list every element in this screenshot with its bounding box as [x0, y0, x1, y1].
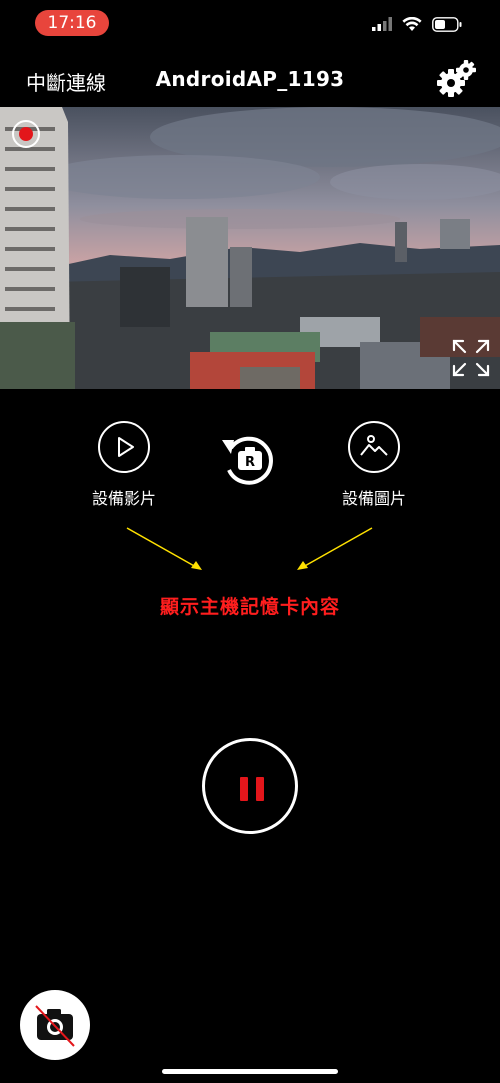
pause-icon: [240, 777, 248, 801]
hint-text: 顯示主機記憶卡內容: [159, 596, 340, 618]
pause-button[interactable]: [202, 738, 298, 834]
camera-preview[interactable]: [0, 107, 500, 389]
page-title: AndroidAP_1193: [155, 67, 345, 91]
battery-icon: [432, 16, 462, 32]
play-icon: [118, 437, 134, 457]
device-video-label[interactable]: 設備影片: [64, 485, 184, 509]
pause-icon-bar: [256, 777, 264, 801]
signal-icon: [372, 17, 392, 31]
home-indicator: [162, 1069, 338, 1074]
rotate-camera-icon[interactable]: R: [219, 430, 281, 490]
preview-cityscape: [0, 107, 500, 389]
camera-toggle-button[interactable]: [20, 990, 90, 1060]
device-photo-button[interactable]: [348, 421, 400, 473]
gear-icon[interactable]: [436, 58, 478, 100]
camera-off-icon: [35, 1005, 75, 1047]
device-video-button[interactable]: [98, 421, 150, 473]
wifi-icon: [402, 16, 422, 31]
record-indicator-icon: [12, 120, 40, 148]
device-photo-label[interactable]: 設備圖片: [314, 485, 434, 509]
svg-text:R: R: [245, 455, 255, 470]
image-icon: [360, 435, 388, 456]
expand-icon[interactable]: [450, 337, 492, 379]
status-time: 17:16: [35, 10, 109, 36]
annotation-arrows: [126, 527, 373, 570]
status-icons: [372, 14, 462, 34]
